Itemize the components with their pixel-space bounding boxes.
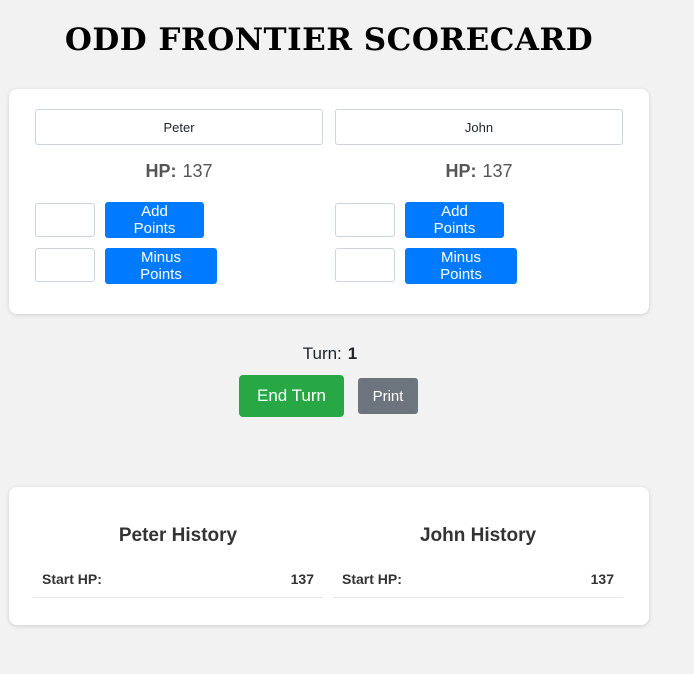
history-key: Start HP: [342,571,402,587]
history-value: 137 [590,571,614,587]
history-key: Start HP: [42,571,102,587]
player-2-minus-points-button[interactable]: Minus Points [405,248,517,284]
history-value: 137 [290,571,314,587]
end-turn-button[interactable]: End Turn [239,375,344,417]
history-row: Start HP: 137 [333,563,623,598]
hp-value: 137 [482,161,513,181]
turn-label: Turn: [302,344,342,363]
hp-value: 137 [182,161,213,181]
history-title: Peter History [118,525,238,546]
player-1-add-points-input[interactable] [35,203,95,237]
turn-value: 1 [347,344,358,363]
print-button[interactable]: Print [358,378,418,414]
player-1-minus-points-input[interactable] [35,248,95,282]
player-2-minus-points-input[interactable] [335,248,395,282]
history-card: Peter History Start HP: 137 John History… [9,487,649,625]
player-1-hp: HP: 137 [35,161,323,182]
player-1-add-points-button[interactable]: Add Points [105,202,204,238]
page-title: ODD FRONTIER SCORECARD [64,22,594,58]
player-2-name-input[interactable] [335,109,623,145]
history-title: John History [419,525,537,546]
player-2-add-points-button[interactable]: Add Points [405,202,504,238]
player-1-minus-points-button[interactable]: Minus Points [105,248,217,284]
player-1-name-input[interactable] [35,109,323,145]
player-2-add-points-input[interactable] [335,203,395,237]
hp-label: HP: [445,161,477,181]
history-row: Start HP: 137 [33,563,323,598]
hp-label: HP: [145,161,177,181]
turn-indicator: Turn: 1 [0,344,660,364]
players-card: HP:137 Add Points Minus Points HP:137 Ad… [9,89,649,314]
player-2-hp: HP: 137 [335,161,623,182]
